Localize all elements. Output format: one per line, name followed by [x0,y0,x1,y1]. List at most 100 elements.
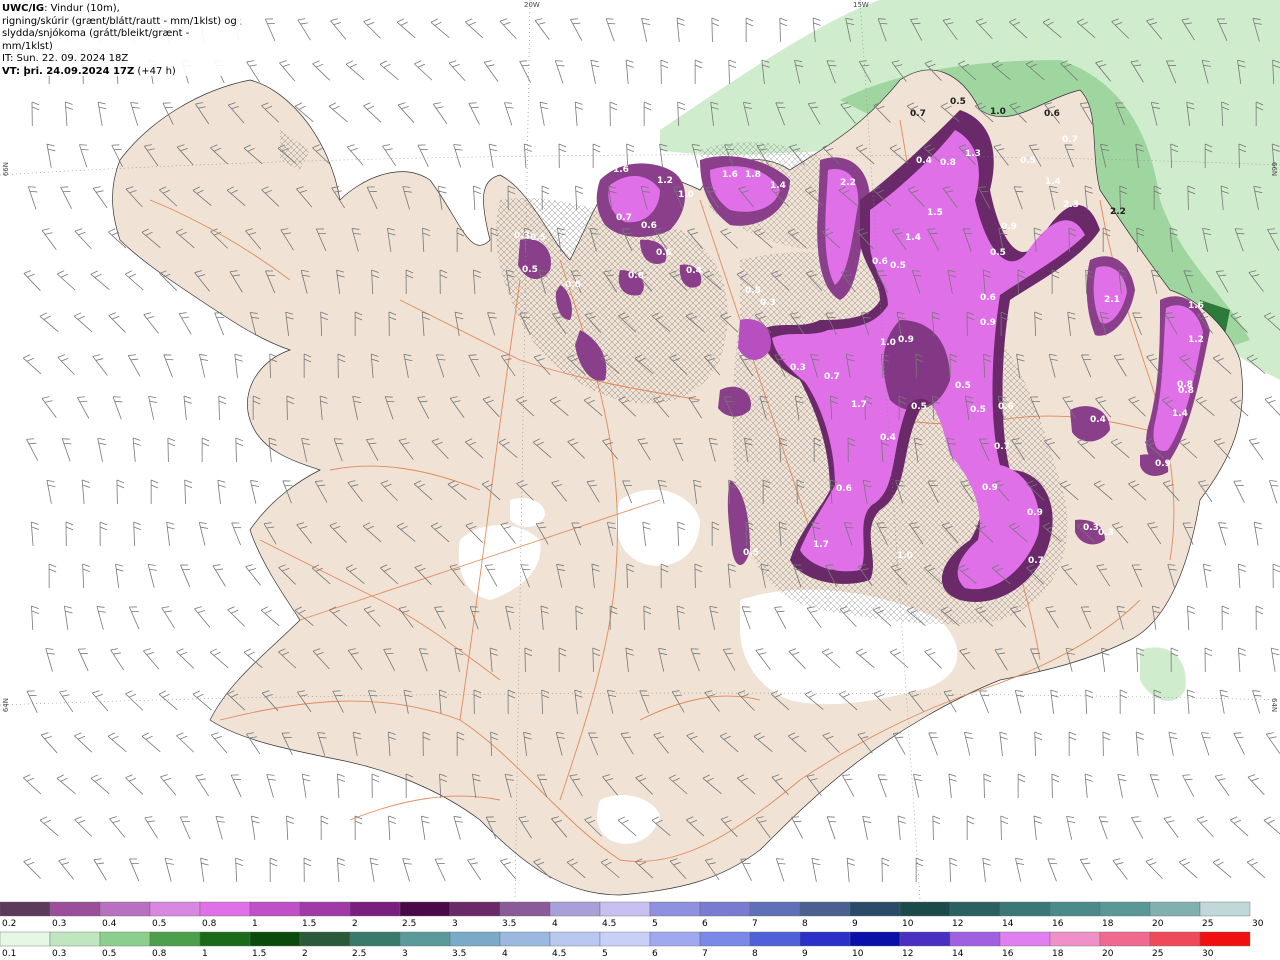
precip-value-label: 1.6 [1188,301,1204,311]
snow-legend-swatch [849,901,901,917]
precip-value-label: 0.5 [745,286,761,296]
precip-value-label: 0.7 [910,109,926,119]
precip-value-label: 0.6 [641,221,657,231]
rain-legend-bar: 0.1 0.3 0.5 0.8 1 1.5 2 2.5 3 3.5 4 4.5 5 6 7 8 9 10 12 14 1… [0,931,1251,959]
snow-legend-label: 4.5 [602,919,616,929]
snow-legend-label: 3 [452,919,458,929]
rain-legend-swatch [1099,931,1151,947]
precip-value-label: 1.3 [965,149,981,159]
rain-legend-label: 6 [652,949,658,959]
precip-value-label: 0.4 [686,266,702,276]
snow-legend-label: 12 [952,919,963,929]
rain-legend-swatch [49,931,101,947]
snow-legend-swatch [349,901,401,917]
snow-legend-swatch [599,901,651,917]
snow-legend-label: 9 [852,919,858,929]
snow-legend-label: 0.8 [202,919,217,929]
rain-legend-swatch [99,931,151,947]
rain-legend-swatch [149,931,201,947]
snow-legend-label: 30 [1252,919,1264,929]
snow-legend-swatch [399,901,451,917]
snow-legend-label: 16 [1052,919,1064,929]
snow-legend-swatch [0,901,51,917]
rain-legend-swatch [649,931,701,947]
rain-legend-label: 0.3 [52,949,66,959]
precip-value-label: 1.4 [1172,409,1188,419]
snow-legend-swatch [499,901,551,917]
rain-legend-label: 7 [702,949,708,959]
precip-value-label: 1.7 [813,540,829,550]
snow-legend-label: 14 [1002,919,1014,929]
snow-legend-swatch [999,901,1051,917]
rain-legend-label: 0.8 [152,949,167,959]
precip-value-label: 0.7 [616,213,632,223]
precip-value-label: 1.0 [880,338,896,348]
snow-legend-swatch [199,901,251,917]
rain-legend-swatch [449,931,501,947]
precip-value-label: 0.4 [1090,415,1106,425]
precip-value-label: 0.6 [565,280,581,290]
precip-value-label: 0.6 [998,402,1014,412]
snow-legend-label: 25 [1202,919,1213,929]
rain-legend-swatch [349,931,401,947]
precip-value-label: 1.4 [770,181,786,191]
snow-legend-label: 6 [702,919,708,929]
snow-legend-swatch [949,901,1001,917]
rain-legend-swatch [899,931,951,947]
snow-legend-label: 1.5 [302,919,316,929]
title-initial-time: IT: Sun. 22. 09. 2024 18Z [2,53,129,64]
rain-legend-label: 3.5 [452,949,466,959]
precip-value-label: 0.6 [836,484,852,494]
title-valid-time: VT: þri. 24.09.2024 17Z [2,65,135,77]
precip-value-label: 0.9 [1001,222,1017,232]
snow-legend-swatch [1049,901,1101,917]
rain-legend-label: 10 [852,949,864,959]
rain-legend-label: 8 [752,949,758,959]
precip-value-label: 0.6 [628,271,644,281]
rain-legend-swatch [499,931,551,947]
snow-legend-label: 0.3 [52,919,66,929]
snow-legend-label: 5 [652,919,658,929]
rain-legend-swatch [299,931,351,947]
rain-legend-label: 25 [1152,949,1163,959]
grid-label-15w: 15W [853,1,869,9]
snow-legend-label: 0.5 [152,919,166,929]
grid-label-20w: 20W [524,1,540,9]
title-rain-description: rigning/skúrir (grænt/blátt/rautt - mm/1… [2,15,237,27]
rain-legend-label: 16 [1002,949,1014,959]
rain-legend-swatch [599,931,651,947]
precip-value-label: 0.3 [514,231,530,241]
snow-legend-swatch [699,901,751,917]
rain-legend-swatch [1149,931,1201,947]
snow-legend-label: 8 [802,919,808,929]
snow-legend-swatch [249,901,301,917]
rain-legend-swatch [999,931,1051,947]
precip-value-label: 0.7 [824,372,840,382]
rain-legend-swatch [749,931,801,947]
precip-value-label: 0.4 [916,156,932,166]
precip-value-label: 0.7 [1062,135,1078,145]
snow-legend-swatch [449,901,501,917]
grid-label-64n-right: 64N [1270,698,1278,713]
precip-value-label: 0.8 [940,158,956,168]
precip-value-label: 0.5 [743,548,759,558]
precip-value-label: 0.5 [950,97,966,107]
snow-legend-label: 1 [252,919,258,929]
snow-legend-label: 3.5 [502,919,516,929]
precip-value-label: 0.5 [530,233,546,243]
precip-value-label: 1.6 [613,165,629,175]
precip-value-label: 0.5 [990,248,1006,258]
precip-value-label: 1.4 [1045,177,1061,187]
precip-value-label: 0.9 [982,483,998,493]
weather-map: 0.7 0.5 1.0 0.6 0.7 1.3 0.8 0.5 1.6 1.2 1.6 1.8 1.4 2… [0,0,1280,900]
precip-value-label: 1.6 [722,170,738,180]
rain-legend-label: 0.1 [2,949,16,959]
snow-legend-label: 2 [352,919,358,929]
rain-legend-label: 30 [1202,949,1214,959]
precip-value-label: 0.9 [980,318,996,328]
grid-label-66n-right: 66N [1270,162,1278,177]
snow-legend-label: 10 [902,919,914,929]
precip-value-label: 2.1 [1104,295,1120,305]
snow-legend-swatch [1199,901,1251,917]
snow-legend-swatch [799,901,851,917]
